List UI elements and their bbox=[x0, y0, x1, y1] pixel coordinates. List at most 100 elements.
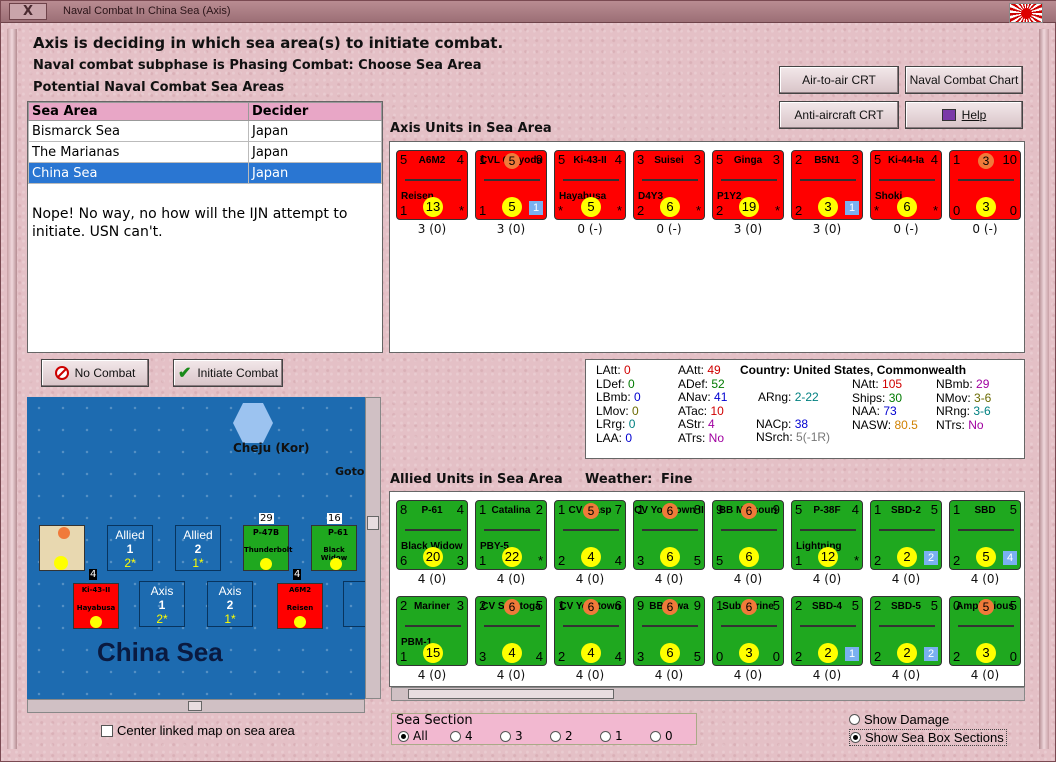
axis_units-unit-counter[interactable]: 5 3 2 * Ginga P1Y2 19 bbox=[712, 150, 784, 220]
stack-count: 29 bbox=[259, 513, 274, 524]
col-decider[interactable]: Decider bbox=[248, 102, 382, 121]
show-damage-radio[interactable]: Show Damage bbox=[849, 712, 949, 727]
map-vertical-scrollbar[interactable] bbox=[365, 397, 381, 699]
scroll-thumb[interactable] bbox=[367, 516, 379, 530]
sea-option-0[interactable]: 0 bbox=[650, 729, 673, 743]
stat-row: NMov: 3-6 bbox=[936, 390, 992, 405]
sea-option-2[interactable]: 2 bbox=[550, 729, 573, 743]
axis-box-2[interactable]: Axis 2 1* bbox=[207, 581, 253, 627]
unit-caption: 3 (0) bbox=[417, 222, 447, 236]
counter-bottom-right-value: * bbox=[932, 203, 938, 218]
sea-option-4[interactable]: 4 bbox=[450, 729, 473, 743]
unit-strength-value: 6 bbox=[897, 197, 917, 217]
allied_units-unit-counter[interactable]: 1835CV Yorktown II66 bbox=[633, 500, 705, 570]
close-button[interactable]: X bbox=[9, 3, 47, 20]
unit-caption: 4 (0) bbox=[812, 668, 842, 682]
axis-stack-ki43[interactable]: Ki-43-II Hayabusa bbox=[73, 583, 119, 629]
unit-caption: 4 (0) bbox=[496, 572, 526, 586]
axis-box-1[interactable]: Axis 1 2* bbox=[139, 581, 185, 627]
counter-bottom-right-value: 0 bbox=[1009, 203, 1017, 218]
unit-name: Suisei bbox=[654, 155, 684, 166]
center-map-label: Center linked map on sea area bbox=[117, 723, 295, 738]
sea-option-1[interactable]: 1 bbox=[600, 729, 623, 743]
sea-area-map[interactable]: Cheju (Kor) Goto Allied 1 2* Allied 2 1* Axi… bbox=[27, 397, 365, 699]
unit-strength-value: 19 bbox=[739, 197, 759, 217]
unit-badge: 1 bbox=[845, 201, 859, 215]
axis-stack-a6m2[interactable]: A6M2 Reisen bbox=[277, 583, 323, 629]
unit-strength-value: 5 bbox=[502, 197, 522, 217]
allied_units-unit-counter[interactable]: 1500Submarine63 bbox=[712, 596, 784, 666]
col-sea-area[interactable]: Sea Area bbox=[28, 102, 249, 121]
counter-bottom-right-value: * bbox=[458, 203, 464, 218]
anti-aircraft-crt-button[interactable]: Anti-aircraft CRT bbox=[779, 101, 899, 129]
axis_units-unit-counter[interactable]: 232*B5N131 bbox=[791, 150, 863, 220]
allied_units-unit-counter[interactable]: 1724CV Wasp54 bbox=[554, 500, 626, 570]
center-map-checkbox[interactable]: Center linked map on sea area bbox=[101, 723, 295, 738]
unit-stats-panel: LAtt: 0 LDef: 0 LBmb: 0 LMov: 0 LRrg: 0 … bbox=[585, 359, 1025, 459]
stats-col-land: LAtt: 0 LDef: 0 LBmb: 0 LMov: 0 LRrg: 0 … bbox=[596, 363, 641, 445]
axis_units-unit-counter[interactable]: 3 3 2 * Suisei D4Y3 6 bbox=[633, 150, 705, 220]
scroll-thumb[interactable] bbox=[408, 689, 614, 699]
counter-bottom-left-value: 2 bbox=[953, 553, 961, 568]
stat-row: ADef: 52 bbox=[678, 376, 725, 391]
counter-bottom-right-value: * bbox=[774, 203, 780, 218]
unit-strength-value: 3 bbox=[739, 643, 759, 663]
left-frame bbox=[7, 29, 17, 749]
allied_units-unit-counter[interactable]: 9935BB Iowa66 bbox=[633, 596, 705, 666]
allied-box-2[interactable]: Allied 2 1* bbox=[175, 525, 221, 571]
sea-area-table: Sea Area Decider Bismarck Sea Japan The M… bbox=[28, 102, 382, 184]
allied_units-unit-counter[interactable]: 152*SBD54 bbox=[949, 500, 1021, 570]
unit-caption: 4 (0) bbox=[417, 572, 447, 586]
counter-bottom-right-value: 0 bbox=[1009, 649, 1017, 664]
axis_units-unit-counter[interactable]: 5 4 * * Ki-44-Ia Shoki 6 bbox=[870, 150, 942, 220]
unit-top-value: 5 bbox=[583, 503, 599, 519]
axis_units-unit-counter[interactable]: 1 10 0 0 3 3 bbox=[949, 150, 1021, 220]
allied_units-unit-counter[interactable]: 252*SBD-421 bbox=[791, 596, 863, 666]
allied_units-unit-counter[interactable]: 152*SBD-222 bbox=[870, 500, 942, 570]
unit-badge: 4 bbox=[1003, 551, 1017, 565]
axis_units-unit-counter[interactable]: 5 4 * * Ki-43-II Hayabusa 5 bbox=[554, 150, 626, 220]
naval-combat-chart-button[interactable]: Naval Combat Chart bbox=[905, 66, 1023, 94]
checkbox-box[interactable] bbox=[101, 724, 113, 737]
table-row-selected[interactable]: China Sea Japan bbox=[28, 162, 382, 184]
sea-option-all[interactable]: All bbox=[398, 729, 428, 743]
allied_units-unit-counter[interactable]: 0520Amphibious53 bbox=[949, 596, 1021, 666]
table-row[interactable]: Bismarck Sea Japan bbox=[28, 120, 382, 142]
unit-silhouette-icon bbox=[484, 173, 540, 181]
axis-box-3[interactable] bbox=[343, 581, 365, 627]
allied_units-unit-counter[interactable]: 2534CV Saratoga64 bbox=[475, 596, 547, 666]
map-horizontal-scrollbar[interactable] bbox=[27, 699, 365, 713]
unit-silhouette-icon bbox=[800, 619, 856, 627]
table-row[interactable]: The Marianas Japan bbox=[28, 141, 382, 163]
show-sea-box-sections-radio[interactable]: Show Sea Box Sections bbox=[849, 729, 1007, 746]
country-line: Country: United States, Commonwealth bbox=[740, 363, 967, 377]
initiate-combat-button[interactable]: ✔ Initiate Combat bbox=[173, 359, 283, 387]
axis_units-unit-counter[interactable]: 5 4 1 * A6M2 Reisen 13 bbox=[396, 150, 468, 220]
unit-top-value: 5 bbox=[504, 153, 520, 169]
unit-silhouette-icon bbox=[958, 523, 1014, 531]
allied-stack-p47[interactable]: P-47B Thunderbolt bbox=[243, 525, 293, 571]
counter-top-left-value: 1 bbox=[953, 152, 961, 167]
allied_units-unit-counter[interactable]: 5 4 1 * P-38F Lightning 12 bbox=[791, 500, 863, 570]
allied-units-scrollbar[interactable] bbox=[391, 687, 1025, 701]
allied-stack-p61[interactable]: P-61 Black Widow bbox=[311, 525, 357, 571]
ship-stack-counter[interactable] bbox=[39, 525, 85, 571]
allied_units-unit-counter[interactable]: 252*SBD-522 bbox=[870, 596, 942, 666]
help-button[interactable]: Help bbox=[905, 101, 1023, 129]
air-to-air-crt-button[interactable]: Air-to-air CRT bbox=[779, 66, 899, 94]
scroll-thumb[interactable] bbox=[188, 701, 202, 711]
allied-box-1[interactable]: Allied 1 2* bbox=[107, 525, 153, 571]
unit-caption: 4 (0) bbox=[733, 572, 763, 586]
allied_units-unit-counter[interactable]: 2 3 1 Mariner PBM-1 15 bbox=[396, 596, 468, 666]
sea-option-3[interactable]: 3 bbox=[500, 729, 523, 743]
goto-label: Goto bbox=[335, 465, 365, 478]
allied_units-unit-counter[interactable]: 1624CV Yorktown64 bbox=[554, 596, 626, 666]
unit-strength-value: 4 bbox=[581, 547, 601, 567]
allied_units-unit-counter[interactable]: 995BB Missouri66 bbox=[712, 500, 784, 570]
unit-silhouette-icon bbox=[721, 523, 777, 531]
window-title: Naval Combat In China Sea (Axis) bbox=[63, 5, 231, 17]
allied_units-unit-counter[interactable]: 1 2 1 * Catalina PBY-5 22 bbox=[475, 500, 547, 570]
axis_units-unit-counter[interactable]: 1 9 1 CVL Chiyoda 5 5 1 bbox=[475, 150, 547, 220]
allied_units-unit-counter[interactable]: 8 4 6 3 P-61 Black Widow 20 bbox=[396, 500, 468, 570]
no-combat-button[interactable]: No Combat bbox=[41, 359, 149, 387]
